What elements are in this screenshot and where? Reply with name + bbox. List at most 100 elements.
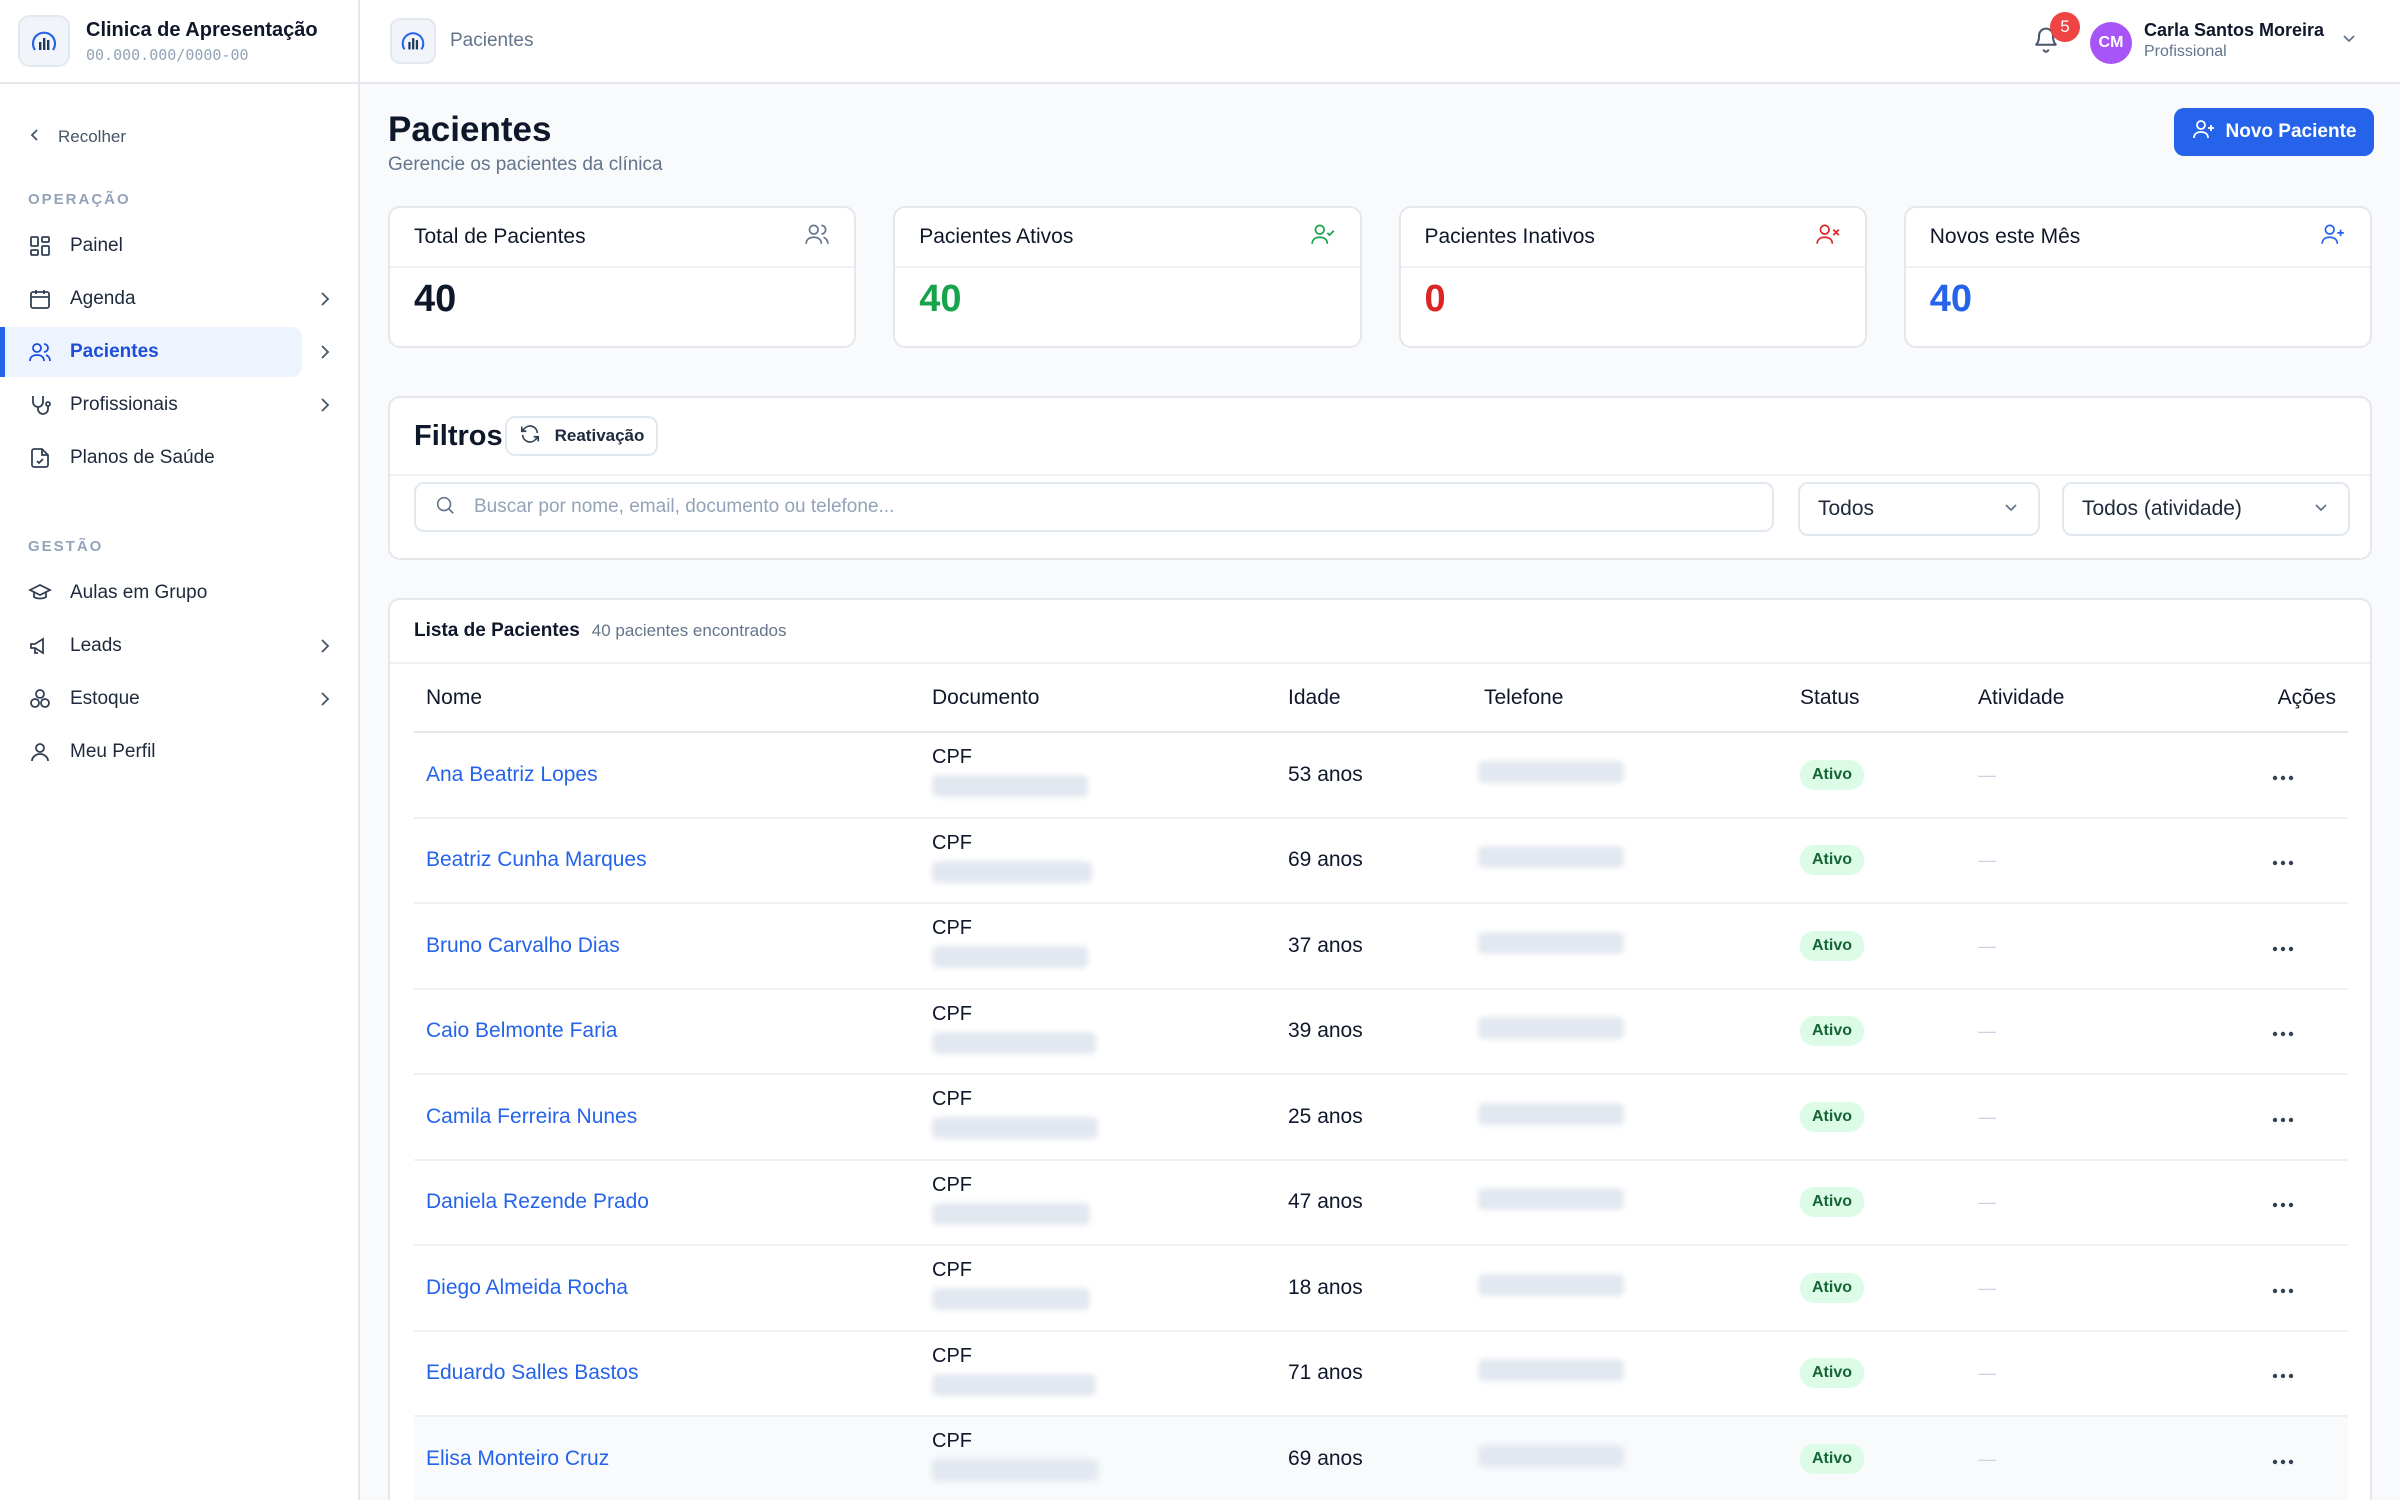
search-input[interactable] (474, 496, 1724, 518)
users-icon (804, 221, 830, 253)
sidebar-item-agenda[interactable]: Agenda (0, 274, 358, 324)
more-actions-icon[interactable] (2272, 1190, 2294, 1213)
column-header[interactable]: Nome (414, 664, 920, 733)
stat-value: 40 (414, 278, 457, 320)
status-badge: Ativo (1800, 930, 1864, 961)
sidebar-item-label: Agenda (70, 288, 136, 309)
patient-name-link[interactable]: Caio Belmonte Faria (426, 1019, 617, 1042)
patient-name-link[interactable]: Elisa Monteiro Cruz (426, 1447, 609, 1470)
table-row[interactable]: Beatriz Cunha Marques CPF 69 anos Ativo — (414, 817, 2348, 904)
table-row[interactable]: Daniela Rezende Prado CPF 47 anos Ativo — (414, 1159, 2348, 1246)
activity-select[interactable]: Todos (atividade) (2062, 482, 2350, 536)
new-patient-label: Novo Paciente (2225, 121, 2357, 142)
sidebar-item-label: Planos de Saúde (70, 447, 215, 468)
status-select[interactable]: Todos (1798, 482, 2040, 536)
table-row[interactable]: Caio Belmonte Faria CPF 39 anos Ativo — (414, 988, 2348, 1075)
column-header[interactable]: Documento (920, 664, 1276, 733)
document-type: CPF (932, 1002, 972, 1025)
search-icon (434, 494, 456, 521)
clinic-header[interactable]: Clinica de Apresentação 00.000.000/0000-… (0, 0, 358, 84)
more-actions-icon[interactable] (2272, 1105, 2294, 1128)
patient-age: 69 anos (1276, 1416, 1472, 1500)
more-actions-icon[interactable] (2272, 848, 2294, 871)
stat-value: 40 (919, 278, 962, 320)
user-check-icon (1310, 221, 1336, 253)
notification-badge: 5 (2050, 12, 2080, 42)
column-header[interactable]: Telefone (1472, 664, 1788, 733)
collapse-button[interactable]: Recolher (0, 104, 358, 170)
more-actions-icon[interactable] (2272, 1361, 2294, 1384)
page-title: Pacientes (388, 110, 552, 149)
patient-list-panel: Lista de Pacientes 40 pacientes encontra… (388, 598, 2372, 1500)
document-type: CPF (932, 746, 972, 769)
patient-name-link[interactable]: Beatriz Cunha Marques (426, 848, 647, 871)
sidebar-item-estoque[interactable]: Estoque (0, 674, 358, 724)
chevron-right-icon (318, 636, 332, 662)
reactivation-button[interactable]: Reativação (504, 416, 659, 456)
patient-name-link[interactable]: Bruno Carvalho Dias (426, 934, 620, 957)
more-actions-icon[interactable] (2272, 1019, 2294, 1042)
table-row[interactable]: Camila Ferreira Nunes CPF 25 anos Ativo — (414, 1074, 2348, 1161)
blurred-phone (1478, 1359, 1624, 1382)
patient-name-link[interactable]: Eduardo Salles Bastos (426, 1361, 638, 1384)
stat-label: Pacientes Ativos (919, 225, 1074, 248)
topbar: Pacientes 5 CM Carla Santos Moreira Prof… (360, 0, 2400, 84)
avatar[interactable]: CM (2090, 22, 2132, 64)
patient-age: 25 anos (1276, 1074, 1472, 1161)
column-header[interactable]: Idade (1276, 664, 1472, 733)
sidebar-item-leads[interactable]: Leads (0, 621, 358, 671)
active-indicator (0, 327, 5, 377)
activity-value: — (1978, 1448, 1996, 1469)
activity-value: — (1978, 764, 1996, 785)
patient-name-link[interactable]: Daniela Rezende Prado (426, 1190, 649, 1213)
user-role: Profissional (2144, 43, 2227, 60)
section-label-operacao: OPERAÇÃO (28, 190, 131, 208)
sidebar-item-label: Leads (70, 635, 122, 656)
sidebar-item-label: Aulas em Grupo (70, 582, 208, 603)
chevron-down-icon[interactable] (2340, 32, 2358, 51)
activity-value: — (1978, 1021, 1996, 1042)
patient-name-link[interactable]: Camila Ferreira Nunes (426, 1105, 637, 1128)
blurred-document-number (932, 1031, 1096, 1054)
patient-name-link[interactable]: Ana Beatriz Lopes (426, 763, 598, 786)
app-logo-icon[interactable] (390, 18, 436, 64)
status-badge: Ativo (1800, 1272, 1864, 1303)
search-field[interactable] (414, 482, 1774, 532)
more-actions-icon[interactable] (2272, 1276, 2294, 1299)
blurred-phone (1478, 1017, 1624, 1040)
document-type: CPF (932, 1173, 972, 1196)
blurred-document-number (932, 946, 1088, 969)
user-name[interactable]: Carla Santos Moreira (2144, 20, 2324, 41)
blurred-document-number (932, 1202, 1090, 1225)
more-actions-icon[interactable] (2272, 934, 2294, 957)
new-patient-button[interactable]: Novo Paciente (2174, 108, 2374, 156)
sidebar-item-label: Estoque (70, 688, 140, 709)
table-row[interactable]: Ana Beatriz Lopes CPF 53 anos Ativo — (414, 732, 2348, 819)
boxes-icon (28, 687, 56, 711)
table-row[interactable]: Bruno Carvalho Dias CPF 37 anos Ativo — (414, 903, 2348, 990)
patient-age: 39 anos (1276, 988, 1472, 1075)
sidebar-item-profissionais[interactable]: Profissionais (0, 380, 358, 430)
chevron-left-icon (28, 127, 42, 147)
column-header[interactable]: Status (1788, 664, 1966, 733)
clinic-name: Clinica de Apresentação (86, 18, 318, 41)
sidebar-item-label: Profissionais (70, 394, 178, 415)
chevron-right-icon (318, 395, 332, 421)
sidebar-item-painel[interactable]: Painel (0, 221, 358, 271)
sidebar-item-meu-perfil[interactable]: Meu Perfil (0, 727, 358, 777)
more-actions-icon[interactable] (2272, 1447, 2294, 1470)
blurred-document-number (932, 775, 1088, 798)
table-row[interactable]: Elisa Monteiro Cruz CPF 69 anos Ativo — (414, 1416, 2348, 1500)
sidebar-item-pacientes[interactable]: Pacientes (0, 327, 358, 377)
table-row[interactable]: Eduardo Salles Bastos CPF 71 anos Ativo — (414, 1330, 2348, 1417)
patient-name-link[interactable]: Diego Almeida Rocha (426, 1276, 628, 1299)
table-row[interactable]: Diego Almeida Rocha CPF 18 anos Ativo — (414, 1245, 2348, 1332)
sidebar-item-aulas-em-grupo[interactable]: Aulas em Grupo (0, 568, 358, 618)
patient-age: 71 anos (1276, 1330, 1472, 1417)
sidebar-item-planos-de-saude[interactable]: Planos de Saúde (0, 433, 358, 483)
breadcrumb[interactable]: Pacientes (450, 30, 533, 52)
more-actions-icon[interactable] (2272, 763, 2294, 786)
activity-value: — (1978, 1192, 1996, 1213)
stat-label: Total de Pacientes (414, 225, 586, 248)
column-header[interactable]: Atividade (1966, 664, 2218, 733)
